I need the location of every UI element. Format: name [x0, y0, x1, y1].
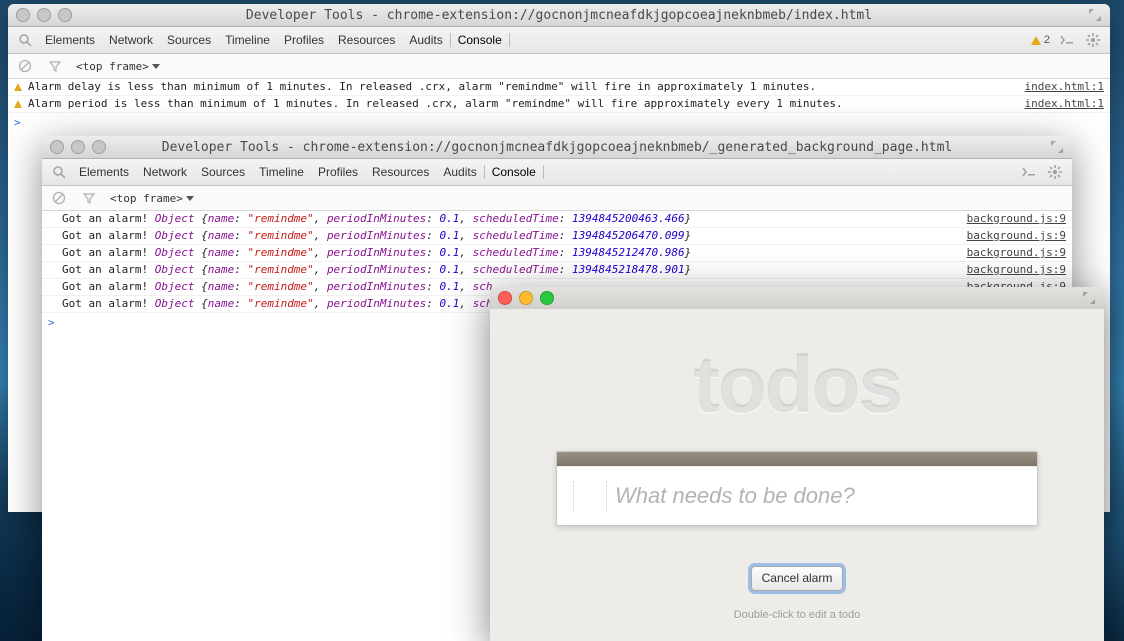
tab-sources[interactable]: Sources: [160, 33, 218, 47]
console-log-row: Got an alarm! Object {name: "remindme", …: [42, 262, 1072, 279]
titlebar[interactable]: Developer Tools - chrome-extension://goc…: [42, 136, 1072, 159]
source-link[interactable]: index.html:1: [1013, 96, 1104, 112]
close-button[interactable]: [498, 291, 512, 305]
console-warning-row: Alarm period is less than minimum of 1 m…: [8, 96, 1110, 113]
tab-elements[interactable]: Elements: [38, 33, 102, 47]
tab-audits[interactable]: Audits: [436, 165, 483, 179]
footer-help-text: Double-click to edit a todo: [490, 609, 1104, 621]
console-message: Got an alarm! Object {name: "remindme", …: [62, 228, 955, 244]
console-log-row: Got an alarm! Object {name: "remindme", …: [42, 228, 1072, 245]
tab-console[interactable]: Console: [484, 165, 544, 179]
minimize-button[interactable]: [71, 140, 85, 154]
expand-icon[interactable]: [1050, 140, 1064, 154]
search-icon[interactable]: [50, 163, 68, 181]
frame-selector[interactable]: <top frame>: [110, 192, 194, 205]
devtools-tabs: Elements Network Sources Timeline Profil…: [72, 165, 544, 179]
warning-icon: [14, 100, 22, 108]
todos-app-window: todos What needs to be done? Cancel alar…: [490, 287, 1104, 641]
traffic-lights[interactable]: [498, 291, 554, 305]
clear-console-icon[interactable]: [50, 189, 68, 207]
new-todo-card: What needs to be done?: [556, 451, 1038, 526]
warning-icon: [1031, 36, 1041, 45]
tab-timeline[interactable]: Timeline: [218, 33, 277, 47]
minimize-button[interactable]: [37, 8, 51, 22]
console-subbar: <top frame>: [42, 186, 1072, 211]
console-subbar: <top frame>: [8, 54, 1110, 79]
cancel-alarm-button[interactable]: Cancel alarm: [751, 566, 844, 591]
console-output: Alarm delay is less than minimum of 1 mi…: [8, 79, 1110, 133]
titlebar[interactable]: Developer Tools - chrome-extension://goc…: [8, 4, 1110, 27]
source-link[interactable]: background.js:9: [955, 211, 1066, 227]
source-link[interactable]: index.html:1: [1013, 79, 1104, 95]
tab-resources[interactable]: Resources: [365, 165, 436, 179]
search-icon[interactable]: [16, 31, 34, 49]
window-title: Developer Tools - chrome-extension://goc…: [42, 140, 1072, 155]
tab-resources[interactable]: Resources: [331, 33, 402, 47]
tab-profiles[interactable]: Profiles: [311, 165, 365, 179]
tab-sources[interactable]: Sources: [194, 165, 252, 179]
drawer-toggle-icon[interactable]: [1020, 163, 1038, 181]
titlebar[interactable]: [490, 287, 1104, 309]
console-warning-row: Alarm delay is less than minimum of 1 mi…: [8, 79, 1110, 96]
tab-timeline[interactable]: Timeline: [252, 165, 311, 179]
tab-network[interactable]: Network: [102, 33, 160, 47]
window-title: Developer Tools - chrome-extension://goc…: [8, 8, 1110, 23]
console-log-row: Got an alarm! Object {name: "remindme", …: [42, 211, 1072, 228]
close-button[interactable]: [16, 8, 30, 22]
console-message: Got an alarm! Object {name: "remindme", …: [62, 211, 955, 227]
warning-icon: [14, 83, 22, 91]
tab-network[interactable]: Network: [136, 165, 194, 179]
console-message: Got an alarm! Object {name: "remindme", …: [62, 262, 955, 278]
tab-elements[interactable]: Elements: [72, 165, 136, 179]
devtools-tabs: Elements Network Sources Timeline Profil…: [38, 33, 510, 47]
source-link[interactable]: background.js:9: [955, 262, 1066, 278]
traffic-lights[interactable]: [16, 8, 72, 22]
card-top-stripe: [557, 452, 1037, 466]
settings-icon[interactable]: [1046, 163, 1064, 181]
expand-icon[interactable]: [1088, 8, 1102, 22]
new-todo-placeholder: What needs to be done?: [607, 483, 855, 509]
devtools-toolbar: Elements Network Sources Timeline Profil…: [42, 159, 1072, 186]
filter-icon[interactable]: [80, 189, 98, 207]
todos-body: todos What needs to be done? Cancel alar…: [490, 309, 1104, 621]
devtools-toolbar: Elements Network Sources Timeline Profil…: [8, 27, 1110, 54]
tab-profiles[interactable]: Profiles: [277, 33, 331, 47]
warning-count-badge[interactable]: 2: [1031, 34, 1050, 46]
drawer-toggle-icon[interactable]: [1058, 31, 1076, 49]
minimize-button[interactable]: [519, 291, 533, 305]
source-link[interactable]: background.js:9: [955, 245, 1066, 261]
clear-console-icon[interactable]: [16, 57, 34, 75]
zoom-button[interactable]: [92, 140, 106, 154]
console-prompt[interactable]: >: [8, 113, 1110, 133]
console-log-row: Got an alarm! Object {name: "remindme", …: [42, 245, 1072, 262]
close-button[interactable]: [50, 140, 64, 154]
traffic-lights[interactable]: [50, 140, 106, 154]
frame-selector[interactable]: <top frame>: [76, 60, 160, 73]
expand-icon[interactable]: [1082, 291, 1096, 305]
settings-icon[interactable]: [1084, 31, 1102, 49]
todos-heading: todos: [490, 339, 1104, 431]
chevron-down-icon: [186, 196, 194, 201]
tab-audits[interactable]: Audits: [402, 33, 449, 47]
chevron-down-icon: [152, 64, 160, 69]
new-todo-input[interactable]: What needs to be done?: [557, 466, 1037, 525]
tab-console[interactable]: Console: [450, 33, 510, 47]
zoom-button[interactable]: [540, 291, 554, 305]
source-link[interactable]: background.js:9: [955, 228, 1066, 244]
filter-icon[interactable]: [46, 57, 64, 75]
card-margin: [573, 481, 607, 511]
console-message: Got an alarm! Object {name: "remindme", …: [62, 245, 955, 261]
zoom-button[interactable]: [58, 8, 72, 22]
